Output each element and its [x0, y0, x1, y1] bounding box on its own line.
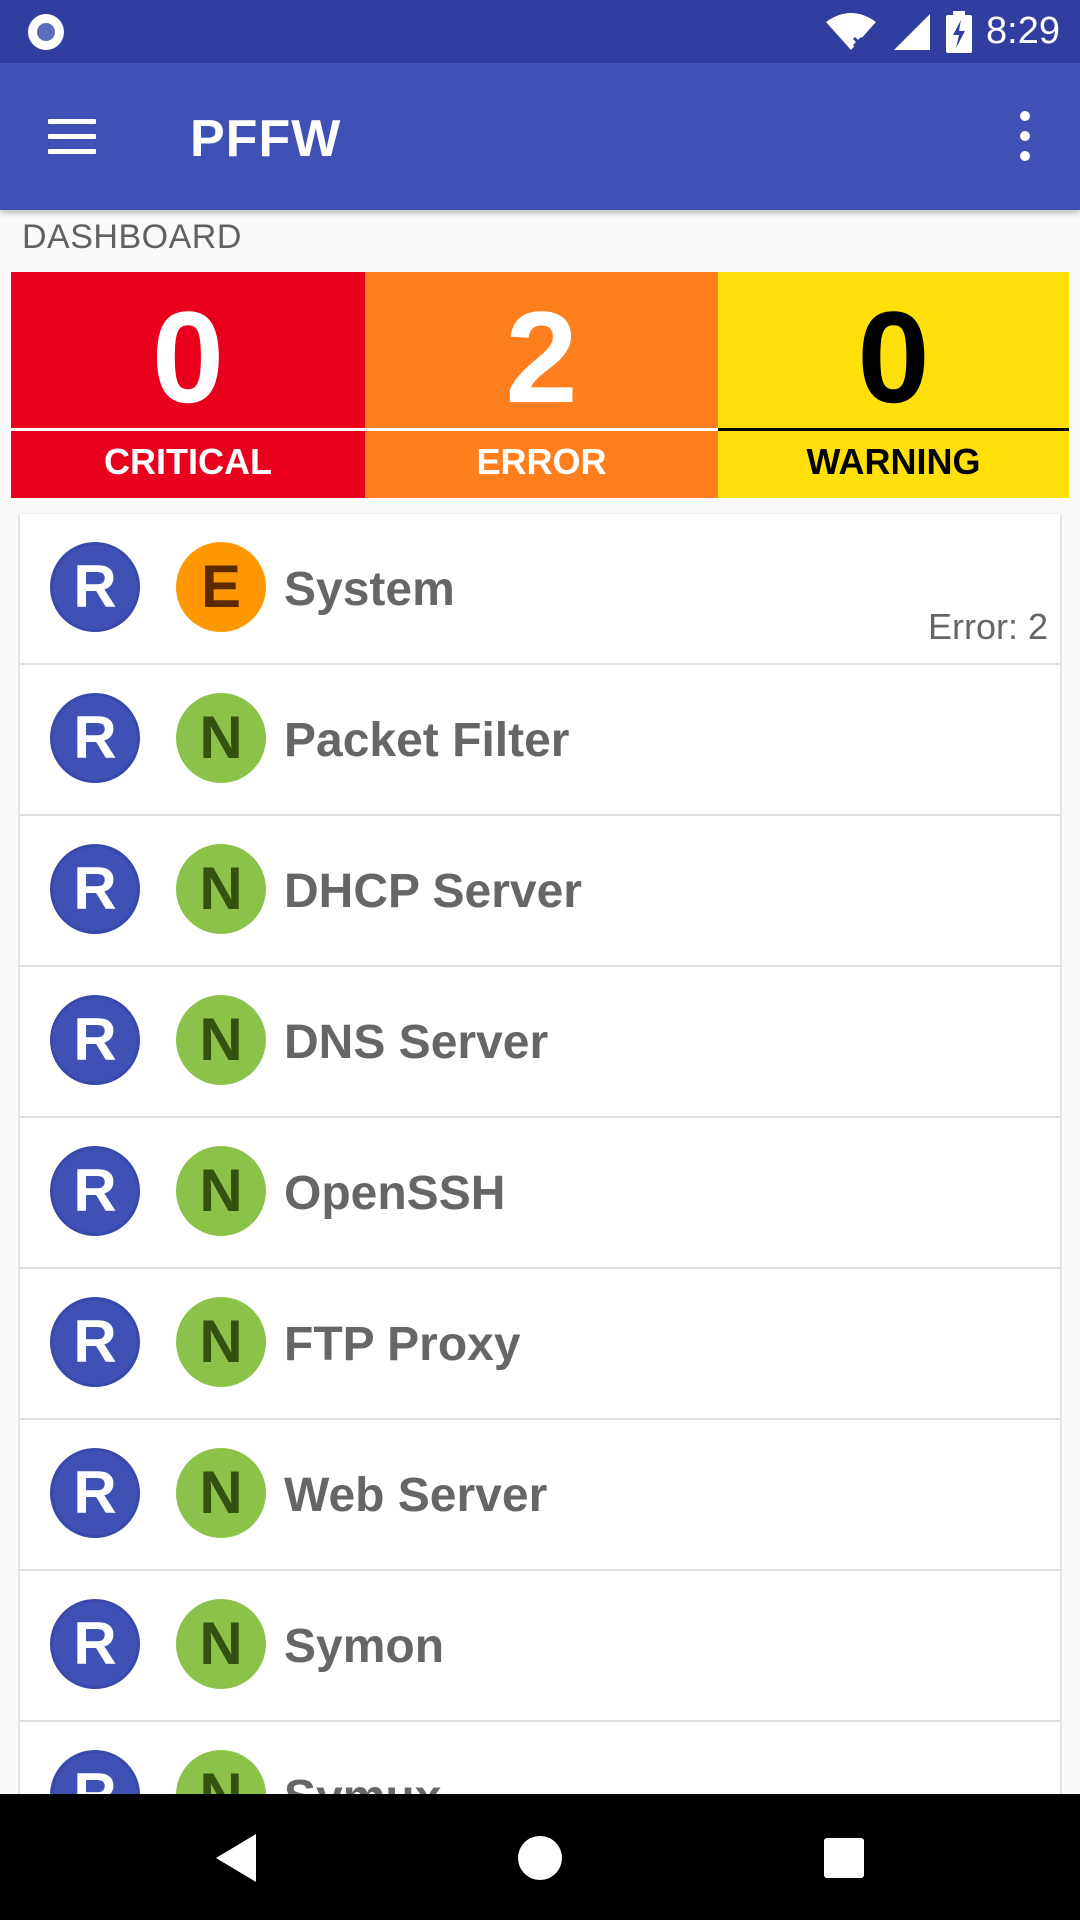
warning-label: WARNING — [806, 441, 981, 482]
tile-divider — [718, 428, 1069, 431]
notification-icon — [28, 14, 64, 50]
service-name: Symon — [284, 1620, 445, 1673]
run-badge: R — [50, 844, 140, 934]
service-name: DNS Server — [284, 1016, 549, 1069]
state-badge: N — [176, 1146, 266, 1236]
dashboard-label: DASHBOARD — [22, 218, 242, 256]
app-screen: 8:29 PFFW DASHBOARD 0 CRITICAL 2 ERROR 0… — [0, 0, 1080, 1920]
service-name: Symux — [284, 1770, 441, 1794]
status-bar: 8:29 — [0, 0, 1080, 63]
service-name: DHCP Server — [284, 865, 582, 918]
home-icon[interactable] — [508, 1826, 572, 1890]
service-row[interactable]: R N DNS Server — [20, 967, 1060, 1118]
run-badge: R — [50, 1146, 140, 1236]
run-badge: R — [50, 1750, 140, 1794]
service-list: R E System Error: 2 R N Packet Filter R … — [20, 514, 1060, 1794]
state-badge: E — [176, 542, 266, 632]
error-count: 2 — [505, 284, 578, 430]
state-badge: N — [176, 693, 266, 783]
state-badge: N — [176, 1297, 266, 1387]
battery-charging-icon — [946, 10, 973, 53]
error-tile[interactable]: 2 ERROR — [365, 272, 718, 498]
service-row[interactable]: R N Web Server — [20, 1420, 1060, 1571]
run-badge: R — [50, 1448, 140, 1538]
navigation-bar — [0, 1794, 1080, 1920]
run-badge: R — [50, 542, 140, 632]
signal-icon — [894, 13, 931, 50]
run-badge: R — [50, 693, 140, 783]
service-row[interactable]: R N Symon — [20, 1571, 1060, 1722]
service-name: Packet Filter — [284, 714, 570, 767]
error-label: ERROR — [476, 441, 607, 482]
hamburger-menu-icon[interactable] — [44, 115, 100, 159]
service-row[interactable]: R N Packet Filter — [20, 665, 1060, 816]
tile-divider — [365, 428, 718, 431]
warning-tile[interactable]: 0 WARNING — [718, 272, 1069, 498]
service-status: Error: 2 — [927, 606, 1048, 647]
tile-divider — [11, 428, 365, 431]
critical-tile[interactable]: 0 CRITICAL — [11, 272, 365, 498]
service-row[interactable]: R N OpenSSH — [20, 1118, 1060, 1269]
more-vert-icon[interactable] — [1010, 107, 1040, 167]
dashboard-tiles: 0 CRITICAL 2 ERROR 0 WARNING — [11, 272, 1069, 498]
state-badge: N — [176, 995, 266, 1085]
run-badge: R — [50, 995, 140, 1085]
critical-label: CRITICAL — [104, 441, 272, 482]
state-badge: N — [176, 1448, 266, 1538]
state-badge: N — [176, 1599, 266, 1689]
back-icon[interactable] — [206, 1826, 270, 1890]
app-title: PFFW — [190, 110, 342, 168]
recents-icon[interactable] — [812, 1826, 876, 1890]
state-badge: N — [176, 1750, 266, 1794]
service-row[interactable]: R N FTP Proxy — [20, 1269, 1060, 1420]
service-row[interactable]: R N Symux — [20, 1722, 1060, 1794]
service-name: System — [284, 563, 455, 616]
state-badge: N — [176, 844, 266, 934]
wifi-icon — [826, 12, 877, 50]
service-row[interactable]: R N DHCP Server — [20, 816, 1060, 967]
warning-count: 0 — [857, 284, 930, 430]
clock: 8:29 — [986, 10, 1060, 52]
critical-count: 0 — [151, 284, 225, 430]
service-name: FTP Proxy — [284, 1318, 521, 1371]
app-bar: PFFW — [0, 63, 1080, 210]
status-icons: 8:29 — [824, 0, 1060, 63]
service-row[interactable]: R E System Error: 2 — [20, 514, 1060, 665]
service-name: OpenSSH — [284, 1167, 506, 1220]
service-name: Web Server — [284, 1469, 548, 1522]
run-badge: R — [50, 1297, 140, 1387]
run-badge: R — [50, 1599, 140, 1689]
